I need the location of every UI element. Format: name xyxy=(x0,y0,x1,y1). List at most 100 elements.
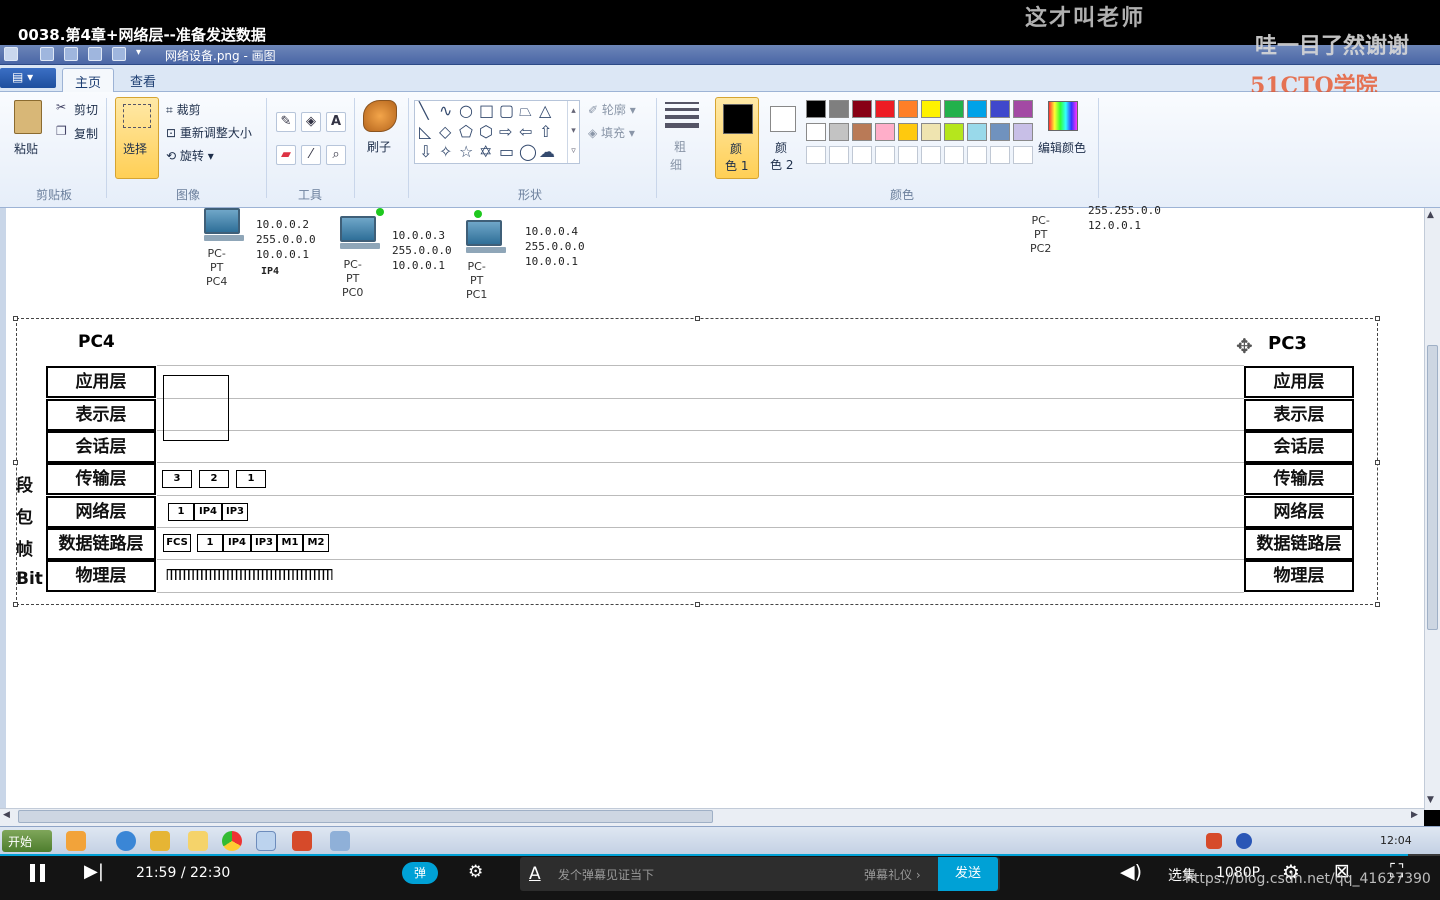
color-swatch[interactable] xyxy=(990,123,1010,141)
cloud-callout-shape-icon[interactable]: ☁ xyxy=(539,142,555,162)
color-swatch[interactable] xyxy=(829,146,849,164)
tab-home[interactable]: 主页 xyxy=(62,68,115,92)
copy-button[interactable]: 复制 xyxy=(74,125,98,142)
program-icon[interactable] xyxy=(66,831,86,851)
color-swatch[interactable] xyxy=(898,123,918,141)
cut-button[interactable]: 剪切 xyxy=(74,101,98,118)
line-shape-icon[interactable]: ╲ xyxy=(419,101,429,121)
folder-icon[interactable] xyxy=(188,831,208,851)
danmu-settings-icon[interactable]: ⚙ xyxy=(468,862,483,882)
oval-shape-icon[interactable]: ○ xyxy=(459,101,473,121)
six-point-star-shape-icon[interactable]: ✡ xyxy=(479,142,492,162)
color-swatch[interactable] xyxy=(1013,100,1033,118)
tray-icon[interactable] xyxy=(1236,833,1252,849)
right-arrow-shape-icon[interactable]: ⇨ xyxy=(499,122,512,142)
color-swatch[interactable] xyxy=(967,123,987,141)
oval-callout-shape-icon[interactable]: ◯ xyxy=(519,142,537,162)
color-swatch[interactable] xyxy=(875,100,895,118)
save-icon[interactable] xyxy=(40,47,54,61)
tab-view[interactable]: 查看 xyxy=(118,68,168,92)
color-swatch[interactable] xyxy=(829,100,849,118)
vertical-scroll-thumb[interactable] xyxy=(1427,345,1438,630)
resize-handle[interactable] xyxy=(1375,316,1380,321)
text-tool-icon[interactable]: A xyxy=(326,112,346,132)
quick-access-dropdown-icon[interactable]: ▾ xyxy=(136,47,150,61)
color-swatch[interactable] xyxy=(806,100,826,118)
edit-colors-button[interactable]: 编辑颜色 xyxy=(1038,139,1086,156)
color-swatch[interactable] xyxy=(898,100,918,118)
fill-button[interactable]: ◈ 填充 ▾ xyxy=(588,124,635,141)
start-button[interactable]: 开始 xyxy=(2,830,52,852)
resize-handle[interactable] xyxy=(13,460,18,465)
color-swatch[interactable] xyxy=(852,146,872,164)
horizontal-scroll-thumb[interactable] xyxy=(18,810,713,823)
curve-shape-icon[interactable]: ∿ xyxy=(439,101,452,121)
brush-icon[interactable] xyxy=(363,100,397,132)
resize-handle[interactable] xyxy=(695,602,700,607)
fill-bucket-icon[interactable]: ◈ xyxy=(301,112,321,132)
scroll-left-icon[interactable]: ◀ xyxy=(3,810,10,820)
polygon-shape-icon[interactable]: ⏢ xyxy=(519,101,532,121)
send-danmu-button[interactable]: 发送 xyxy=(938,857,998,891)
color-swatch[interactable] xyxy=(806,146,826,164)
scroll-down-icon[interactable]: ▼ xyxy=(1427,795,1434,805)
paste-button[interactable]: 粘贴 xyxy=(14,140,38,157)
file-menu-button[interactable]: ▤ ▾ xyxy=(0,68,56,88)
tray-icon[interactable] xyxy=(1206,833,1222,849)
chrome-icon[interactable] xyxy=(222,831,242,851)
pentagon-shape-icon[interactable]: ⬠ xyxy=(459,122,473,142)
program-icon[interactable] xyxy=(150,831,170,851)
select-button[interactable]: 选择 xyxy=(115,97,159,179)
program-icon[interactable] xyxy=(330,831,350,851)
next-icon[interactable]: ▶| xyxy=(84,861,104,882)
redo-icon[interactable] xyxy=(88,47,102,61)
color-swatch[interactable] xyxy=(829,123,849,141)
color2-swatch[interactable] xyxy=(770,106,796,132)
brush-button[interactable]: 刷子 xyxy=(367,138,391,155)
color-swatch[interactable] xyxy=(990,146,1010,164)
danmu-etiquette-link[interactable]: 弹幕礼仪 › xyxy=(864,866,921,883)
color-palette[interactable] xyxy=(806,100,1038,166)
five-point-star-shape-icon[interactable]: ☆ xyxy=(459,142,473,162)
danmu-input[interactable]: A 发个弹幕见证当下 弹幕礼仪 › xyxy=(520,857,1000,891)
resize-handle[interactable] xyxy=(695,316,700,321)
rectangle-shape-icon[interactable]: □ xyxy=(479,101,494,121)
color1-button[interactable]: 颜 色 1 xyxy=(715,97,759,179)
danmu-toggle[interactable]: 弹 xyxy=(402,862,438,884)
color-swatch[interactable] xyxy=(967,146,987,164)
color-swatch[interactable] xyxy=(1013,123,1033,141)
line-size-icon[interactable] xyxy=(665,102,699,128)
shapes-gallery[interactable]: ╲ ∿ ○ □ ▢ ⏢ △ ◺ ◇ ⬠ ⬡ ⇨ ⇦ ⇧ ⇩ ✧ ☆ ✡ ▭ ◯ … xyxy=(414,100,580,164)
color-picker-icon[interactable]: ⁄ xyxy=(301,145,321,165)
outline-button[interactable]: ✐ 轮廓 ▾ xyxy=(588,101,636,118)
text-style-icon[interactable]: A xyxy=(529,864,541,884)
rounded-rectangle-shape-icon[interactable]: ▢ xyxy=(499,101,514,121)
diamond-shape-icon[interactable]: ◇ xyxy=(439,122,451,142)
pause-icon[interactable] xyxy=(30,864,35,882)
hexagon-shape-icon[interactable]: ⬡ xyxy=(479,122,493,142)
color-swatch[interactable] xyxy=(852,100,872,118)
resize-button[interactable]: ⊡ 重新调整大小 xyxy=(166,124,252,141)
right-triangle-shape-icon[interactable]: ◺ xyxy=(419,122,431,142)
paint-task-icon[interactable] xyxy=(256,831,276,851)
resize-handle[interactable] xyxy=(13,316,18,321)
volume-icon[interactable]: ◀) xyxy=(1120,861,1142,883)
down-arrow-shape-icon[interactable]: ⇩ xyxy=(419,142,432,162)
quick-access-icon[interactable] xyxy=(112,47,126,61)
crop-button[interactable]: ⌗ 裁剪 xyxy=(166,101,201,118)
color-swatch[interactable] xyxy=(852,123,872,141)
scroll-up-icon[interactable]: ▲ xyxy=(1427,210,1434,220)
pencil-icon[interactable]: ✎ xyxy=(276,112,296,132)
eraser-icon[interactable]: ▰ xyxy=(276,145,296,165)
rounded-callout-shape-icon[interactable]: ▭ xyxy=(499,142,514,162)
color-swatch[interactable] xyxy=(944,123,964,141)
color-swatch[interactable] xyxy=(967,100,987,118)
magnifier-icon[interactable]: ⌕ xyxy=(326,145,346,165)
color-swatch[interactable] xyxy=(1013,146,1033,164)
resize-handle[interactable] xyxy=(13,602,18,607)
up-arrow-shape-icon[interactable]: ⇧ xyxy=(539,122,552,142)
program-icon[interactable] xyxy=(292,831,312,851)
shapes-scroll-icon[interactable]: ▴ ▾ ▿ xyxy=(567,101,579,163)
left-arrow-shape-icon[interactable]: ⇦ xyxy=(519,122,532,142)
rotate-button[interactable]: ⟲ 旋转 ▾ xyxy=(166,147,214,164)
